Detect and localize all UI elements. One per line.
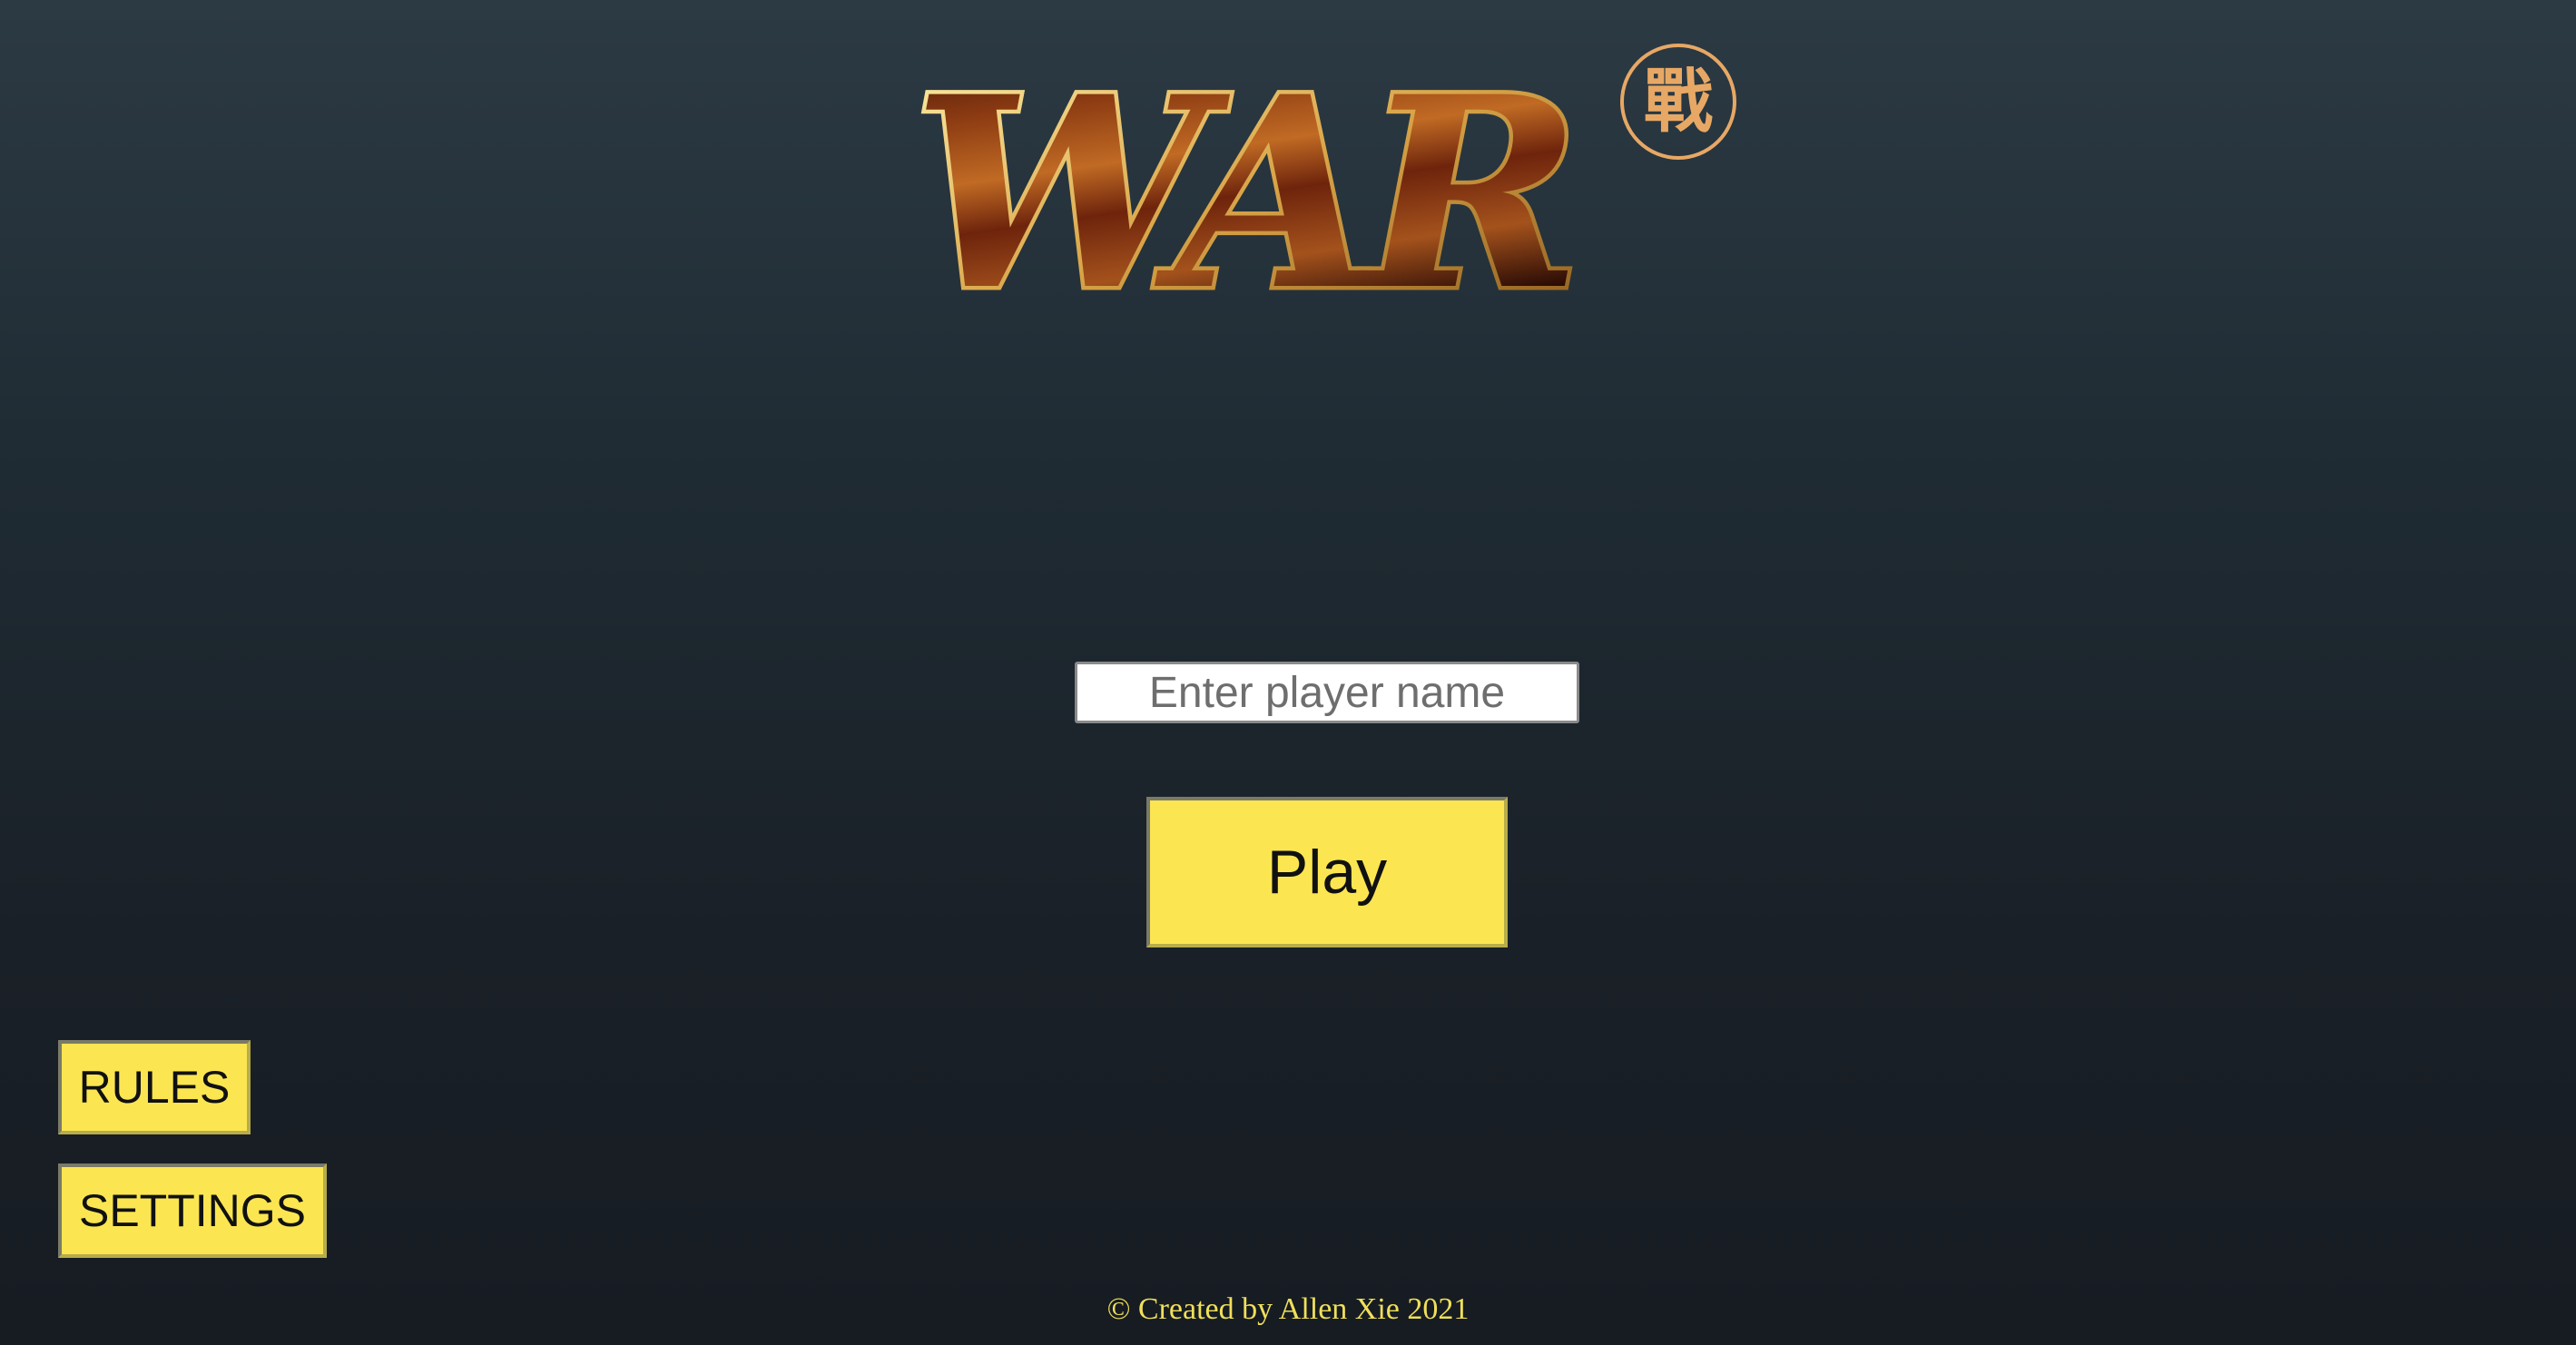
seal-glyph: 戰 (1644, 61, 1713, 142)
war-seal-emblem: 戰 (1620, 44, 1736, 160)
rules-button[interactable]: RULES (58, 1040, 251, 1134)
logo-title: WAR (912, 40, 1568, 327)
player-name-input[interactable] (1075, 662, 1579, 723)
war-logo: WAR (867, 36, 1611, 327)
settings-button[interactable]: SETTINGS (58, 1163, 327, 1258)
footer-credit: © Created by Allen Xie 2021 (1106, 1292, 1470, 1326)
play-button[interactable]: Play (1146, 797, 1508, 947)
